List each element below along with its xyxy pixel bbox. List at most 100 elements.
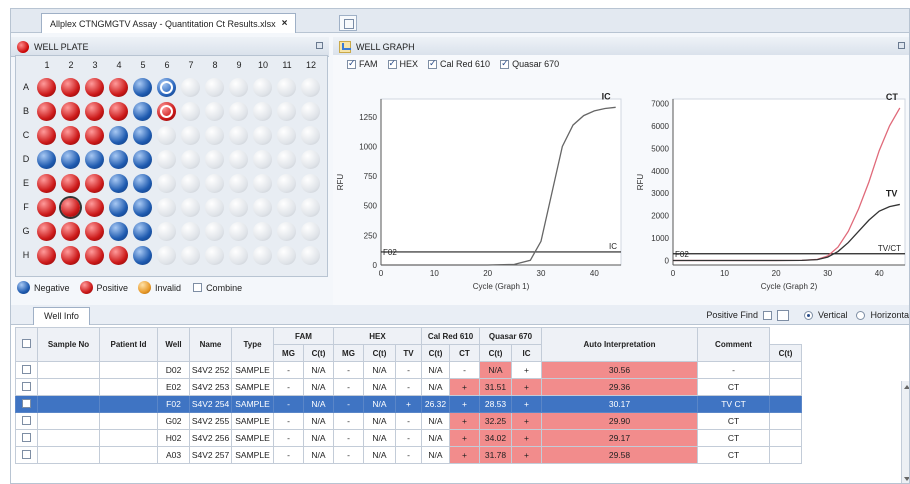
well-e03[interactable] xyxy=(85,174,104,193)
table-row[interactable]: E02 S4V2 253 SAMPLE - N/A - N/A - N/A +31.51 +29.3… xyxy=(15,378,802,396)
column-header[interactable]: 8 xyxy=(204,60,226,74)
well-c11[interactable] xyxy=(277,126,296,145)
well-a02[interactable] xyxy=(61,78,80,97)
column-header[interactable]: 5 xyxy=(132,60,154,74)
table-row[interactable]: D02 S4V2 252 SAMPLE - N/A - N/A - N/A - N/A +30.56- xyxy=(15,361,802,379)
col-comment[interactable]: Comment xyxy=(697,327,770,362)
well-a08[interactable] xyxy=(205,78,224,97)
row-select-cell[interactable] xyxy=(15,446,38,464)
row-header[interactable]: A xyxy=(18,76,34,98)
well-a03[interactable] xyxy=(85,78,104,97)
well-a11[interactable] xyxy=(277,78,296,97)
column-header[interactable]: 7 xyxy=(180,60,202,74)
well-f12[interactable] xyxy=(301,198,320,217)
pin-icon[interactable] xyxy=(316,42,323,49)
fam-checkbox[interactable] xyxy=(347,58,356,69)
col-auto-interpretation[interactable]: Auto Interpretation xyxy=(541,327,698,362)
well-e10[interactable] xyxy=(253,174,272,193)
row-select-cell[interactable] xyxy=(15,361,38,379)
well-g09[interactable] xyxy=(229,222,248,241)
well-f11[interactable] xyxy=(277,198,296,217)
vertical-radio[interactable] xyxy=(803,310,813,320)
well-e06[interactable] xyxy=(157,174,176,193)
column-header[interactable]: 1 xyxy=(36,60,58,74)
well-h09[interactable] xyxy=(229,246,248,265)
column-header[interactable]: 12 xyxy=(300,60,322,74)
table-row[interactable]: G02 S4V2 255 SAMPLE - N/A - N/A - N/A +32.25 +29.9… xyxy=(15,412,802,430)
scroll-up-icon[interactable] xyxy=(904,385,909,389)
well-d02[interactable] xyxy=(61,150,80,169)
scroll-down-icon[interactable] xyxy=(904,477,909,481)
well-a10[interactable] xyxy=(253,78,272,97)
well-b12[interactable] xyxy=(301,102,320,121)
well-e09[interactable] xyxy=(229,174,248,193)
row-checkbox[interactable] xyxy=(22,364,31,374)
well-a05[interactable] xyxy=(133,78,152,97)
well-a01[interactable] xyxy=(37,78,56,97)
row-select-cell[interactable] xyxy=(15,429,38,447)
row-header[interactable]: B xyxy=(18,100,34,122)
well-e01[interactable] xyxy=(37,174,56,193)
table-row[interactable]: A03 S4V2 257 SAMPLE - N/A - N/A - N/A +31.78 +29.5… xyxy=(15,446,802,464)
well-a12[interactable] xyxy=(301,78,320,97)
col-sample-no[interactable]: Sample No xyxy=(37,327,100,362)
column-header[interactable]: 9 xyxy=(228,60,250,74)
well-e07[interactable] xyxy=(181,174,200,193)
row-checkbox[interactable] xyxy=(22,415,31,425)
well-b06[interactable] xyxy=(157,102,176,121)
horizontal-radio[interactable] xyxy=(856,310,866,320)
well-g11[interactable] xyxy=(277,222,296,241)
well-c06[interactable] xyxy=(157,126,176,145)
well-f01[interactable] xyxy=(37,198,56,217)
well-f07[interactable] xyxy=(181,198,200,217)
well-g10[interactable] xyxy=(253,222,272,241)
table-row[interactable]: H02 S4V2 256 SAMPLE - N/A - N/A - N/A +34.02 +29.1… xyxy=(15,429,802,447)
well-f03[interactable] xyxy=(85,198,104,217)
well-a09[interactable] xyxy=(229,78,248,97)
well-f08[interactable] xyxy=(205,198,224,217)
well-b07[interactable] xyxy=(181,102,200,121)
well-g06[interactable] xyxy=(157,222,176,241)
well-b02[interactable] xyxy=(61,102,80,121)
well-e05[interactable] xyxy=(133,174,152,193)
row-header[interactable]: E xyxy=(18,172,34,194)
well-h05[interactable] xyxy=(133,246,152,265)
well-c01[interactable] xyxy=(37,126,56,145)
well-c03[interactable] xyxy=(85,126,104,145)
well-d03[interactable] xyxy=(85,150,104,169)
well-a06[interactable] xyxy=(157,78,176,97)
row-select-cell[interactable] xyxy=(15,395,38,413)
well-d06[interactable] xyxy=(157,150,176,169)
well-f09[interactable] xyxy=(229,198,248,217)
tab-well-info[interactable]: Well Info xyxy=(33,307,90,325)
column-header[interactable]: 11 xyxy=(276,60,298,74)
column-header[interactable]: 4 xyxy=(108,60,130,74)
well-c02[interactable] xyxy=(61,126,80,145)
well-h08[interactable] xyxy=(205,246,224,265)
well-d01[interactable] xyxy=(37,150,56,169)
well-c10[interactable] xyxy=(253,126,272,145)
quasar-checkbox[interactable] xyxy=(500,58,510,69)
well-g05[interactable] xyxy=(133,222,152,241)
column-header[interactable]: 10 xyxy=(252,60,274,74)
positive-find-checkbox[interactable] xyxy=(762,310,772,320)
well-a07[interactable] xyxy=(181,78,200,97)
cal-red-checkbox[interactable] xyxy=(428,58,438,69)
well-f10[interactable] xyxy=(253,198,272,217)
well-h01[interactable] xyxy=(37,246,56,265)
hex-checkbox[interactable] xyxy=(387,58,397,69)
col-well[interactable]: Well xyxy=(157,327,190,362)
table-row[interactable]: F02 S4V2 254 SAMPLE - N/A - N/A +26.32 +28.53 +30… xyxy=(15,395,802,413)
new-tab-button[interactable] xyxy=(339,15,357,31)
well-e04[interactable] xyxy=(109,174,128,193)
well-d12[interactable] xyxy=(301,150,320,169)
well-b04[interactable] xyxy=(109,102,128,121)
row-header[interactable]: H xyxy=(18,244,34,266)
well-f05[interactable] xyxy=(133,198,152,217)
well-h11[interactable] xyxy=(277,246,296,265)
row-select-cell[interactable] xyxy=(15,412,38,430)
col-patient-id[interactable]: Patient Id xyxy=(99,327,158,362)
well-b03[interactable] xyxy=(85,102,104,121)
well-c08[interactable] xyxy=(205,126,224,145)
row-header[interactable]: F xyxy=(18,196,34,218)
